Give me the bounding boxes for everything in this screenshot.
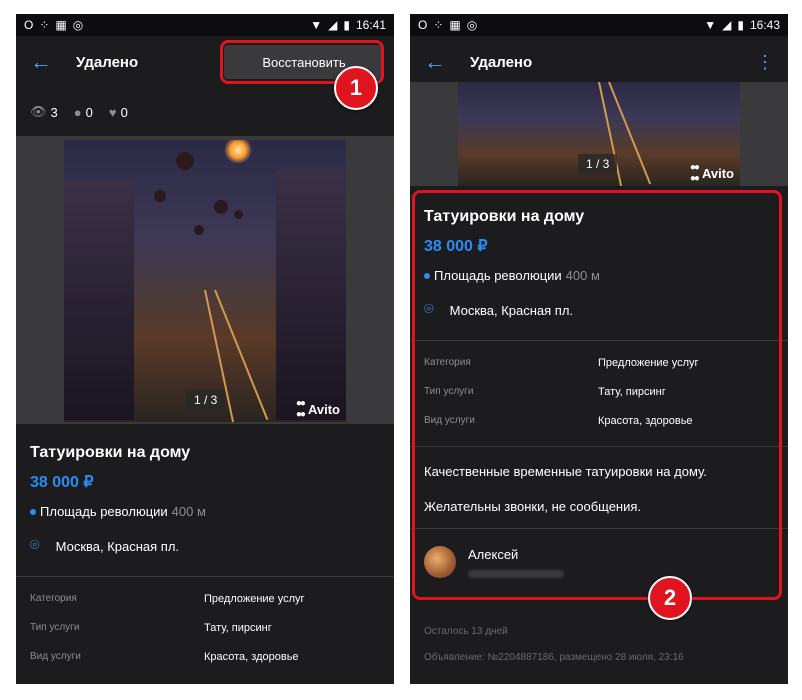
- views-count: 3: [50, 104, 58, 120]
- apps-icon: ⁘: [433, 18, 444, 32]
- avito-watermark: ●● ●● Avito: [295, 398, 340, 420]
- photo-counter: 1 / 3: [186, 390, 226, 410]
- param-row: Тип услуги Тату, пирсинг: [30, 621, 272, 634]
- back-arrow-icon[interactable]: ←: [30, 49, 70, 75]
- grid-icon: ▦: [449, 18, 461, 32]
- battery-icon: ▮: [737, 18, 744, 32]
- toolbar: ← Удалено ⋮: [410, 36, 788, 88]
- shazam-icon: ◎: [72, 18, 84, 32]
- eye-icon: 👁: [30, 104, 47, 119]
- param-row: Категория Предложение услуг: [30, 592, 305, 605]
- favorites-count: 0: [120, 104, 128, 120]
- wifi-icon: ▼: [310, 18, 323, 32]
- opera-icon: O: [418, 18, 428, 32]
- signal-icon: ◢: [722, 18, 732, 32]
- status-bar: O ⁘ ▦ ◎ ▼ ◢ ▮ 16:41: [16, 14, 394, 36]
- back-arrow-icon[interactable]: ←: [424, 49, 464, 75]
- ad-params: Категория Предложение услуг Тип услуги Тат…: [30, 584, 380, 671]
- phone-screen-right: O ⁘ ▦ ◎ ▼ ◢ ▮ 16:43 ← Удалено ⋮ 1 / 3 ●●…: [410, 14, 788, 684]
- ad-address[interactable]: ⌾ Москва, Красная пл.: [30, 537, 380, 555]
- location-pin-icon: ⌾: [30, 537, 40, 554]
- contacts-count: 0: [85, 104, 93, 120]
- step-badge-2: 2: [648, 576, 692, 620]
- ad-title: Татуировки на дому: [30, 444, 191, 461]
- ad-photo[interactable]: 1 / 3 ●● ●● Avito: [458, 82, 740, 186]
- heart-icon: ♥: [108, 104, 117, 120]
- status-bar: O ⁘ ▦ ◎ ▼ ◢ ▮ 16:43: [410, 14, 788, 36]
- metro-station: Площадь революции 400 м: [30, 504, 380, 519]
- ad-photo[interactable]: 1 / 3 ●● ●● Avito: [64, 140, 346, 422]
- highlight-ad-card: [412, 190, 782, 600]
- divider: [16, 576, 394, 577]
- opera-icon: O: [24, 18, 34, 32]
- page-title: Удалено: [470, 53, 533, 71]
- battery-icon: ▮: [343, 18, 350, 32]
- grid-icon: ▦: [55, 18, 67, 32]
- avito-watermark: ●● ●● Avito: [689, 162, 734, 184]
- clock: 16:43: [749, 18, 780, 32]
- metro-dot-icon: [30, 508, 36, 515]
- signal-icon: ◢: [328, 18, 338, 32]
- param-row: Вид услуги Красота, здоровье: [30, 650, 299, 663]
- ad-remaining: Осталось 13 дней: [424, 626, 508, 637]
- wifi-icon: ▼: [704, 18, 717, 32]
- ad-number-info: Объявление: №2204887186, размещено 28 ию…: [424, 652, 684, 663]
- photo-counter: 1 / 3: [578, 154, 618, 174]
- photo-gallery[interactable]: 1 / 3 ●● ●● Avito: [410, 82, 788, 186]
- step-badge-1: 1: [334, 66, 378, 110]
- photo-gallery[interactable]: 1 / 3 ●● ●● Avito: [16, 136, 394, 424]
- shazam-icon: ◎: [466, 18, 478, 32]
- more-menu-icon[interactable]: ⋮: [756, 52, 774, 73]
- apps-icon: ⁘: [39, 18, 50, 32]
- phone-screen-left: O ⁘ ▦ ◎ ▼ ◢ ▮ 16:41 ← Удалено Восстанови…: [16, 14, 394, 684]
- clock: 16:41: [355, 18, 386, 32]
- page-title: Удалено: [76, 53, 139, 71]
- ad-info: Татуировки на дому 38 000 ₽ Площадь рево…: [16, 424, 394, 574]
- ad-price: 38 000 ₽: [30, 474, 94, 491]
- person-icon: ●: [73, 104, 82, 120]
